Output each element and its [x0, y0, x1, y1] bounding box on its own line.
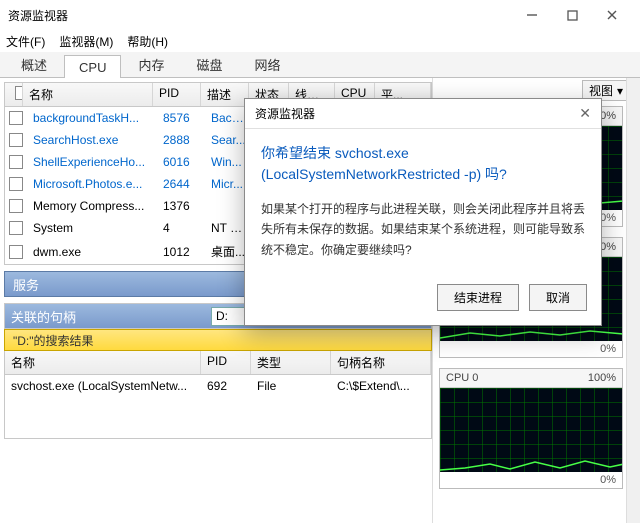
row-checkbox[interactable]: [9, 199, 23, 213]
confirm-dialog: 资源监视器 ✕ 你希望结束 svchost.exe (LocalSystemNe…: [244, 98, 602, 326]
col-name[interactable]: 名称: [23, 83, 153, 106]
tab-overview[interactable]: 概述: [6, 50, 62, 77]
tab-disk[interactable]: 磁盘: [181, 50, 237, 77]
dialog-close-button[interactable]: ✕: [579, 105, 591, 122]
services-label: 服务: [13, 275, 39, 294]
menu-file[interactable]: 文件(F): [6, 33, 45, 50]
chevron-down-icon: ▾: [617, 84, 623, 98]
minimize-button[interactable]: [512, 1, 552, 29]
cpu-graph: CPU 0100% 0%: [439, 368, 623, 489]
row-checkbox[interactable]: [9, 245, 23, 259]
col-name[interactable]: 名称: [5, 351, 201, 374]
col-desc[interactable]: 描述: [201, 83, 249, 106]
view-label: 视图: [589, 82, 613, 99]
menu-help[interactable]: 帮助(H): [127, 33, 168, 50]
search-results-banner: "D:"的搜索结果: [4, 329, 432, 351]
titlebar: 资源监视器: [0, 0, 640, 30]
cancel-button[interactable]: 取消: [529, 284, 587, 311]
row-checkbox[interactable]: [9, 133, 23, 147]
end-process-button[interactable]: 结束进程: [437, 284, 519, 311]
col-handle[interactable]: 句柄名称: [331, 351, 431, 374]
tabbar: 概述 CPU 内存 磁盘 网络: [0, 52, 640, 78]
menubar: 文件(F) 监视器(M) 帮助(H): [0, 30, 640, 52]
vertical-scrollbar[interactable]: [626, 78, 640, 523]
handles-label: 关联的句柄: [11, 307, 76, 326]
select-all-checkbox[interactable]: [15, 86, 23, 100]
table-row[interactable]: svchost.exe (LocalSystemNetw... 692 File…: [5, 375, 431, 397]
col-pid[interactable]: PID: [201, 351, 251, 374]
col-pid[interactable]: PID: [153, 83, 201, 106]
row-checkbox[interactable]: [9, 221, 23, 235]
dialog-body-text: 如果某个打开的程序与此进程关联，则会关闭此程序并且将丢失所有未保存的数据。如果结…: [261, 199, 585, 260]
tab-memory[interactable]: 内存: [123, 50, 179, 77]
maximize-button[interactable]: [552, 1, 592, 29]
row-checkbox[interactable]: [9, 177, 23, 191]
results-table-body: svchost.exe (LocalSystemNetw... 692 File…: [4, 375, 432, 439]
menu-monitor[interactable]: 监视器(M): [59, 33, 113, 50]
close-button[interactable]: [592, 1, 632, 29]
row-checkbox[interactable]: [9, 155, 23, 169]
results-table-header: 名称 PID 类型 句柄名称: [4, 351, 432, 375]
dialog-headline: 你希望结束 svchost.exe (LocalSystemNetworkRes…: [261, 143, 585, 185]
tab-cpu[interactable]: CPU: [64, 55, 121, 78]
col-type[interactable]: 类型: [251, 351, 331, 374]
row-checkbox[interactable]: [9, 111, 23, 125]
window-title: 资源监视器: [8, 7, 512, 24]
dialog-title: 资源监视器: [255, 105, 315, 122]
tab-network[interactable]: 网络: [240, 50, 296, 77]
